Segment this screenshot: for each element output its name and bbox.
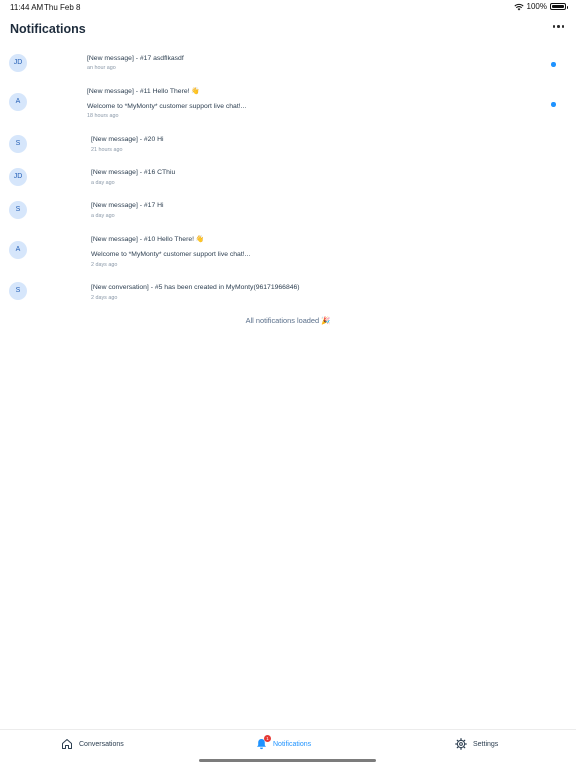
ellipsis-icon-dot <box>557 25 560 28</box>
avatar: S <box>9 135 27 153</box>
notification-preview: Welcome to *MyMonty* customer support li… <box>91 251 251 258</box>
status-right: 100% <box>513 2 568 11</box>
bell-icon-wrap: 1 <box>256 735 271 750</box>
notification-title: [New conversation] - #5 has been created… <box>91 284 300 291</box>
notification-time: a day ago <box>91 180 115 186</box>
avatar: S <box>9 201 27 219</box>
notification-title: [New message] - #20 Hi <box>91 136 164 143</box>
avatar: JD <box>9 168 27 186</box>
notification-item[interactable]: S [New message] - #17 Hi a day ago <box>0 199 576 229</box>
ellipsis-icon-dot <box>552 25 555 28</box>
notification-time: a day ago <box>91 213 115 219</box>
notification-item[interactable]: JD [New message] - #17 asdflkasdf an hou… <box>0 50 576 82</box>
home-icon <box>62 739 72 749</box>
wifi-icon <box>513 3 524 10</box>
gear-icon <box>455 738 467 750</box>
avatar: A <box>9 241 27 259</box>
notification-title: [New message] - #17 Hi <box>91 202 164 209</box>
battery-fill <box>552 5 564 8</box>
notification-item[interactable]: JD [New message] - #16 CThiu a day ago <box>0 166 576 196</box>
status-bar: 11:44 AM Thu Feb 8 100% <box>0 0 576 14</box>
notification-time: an hour ago <box>87 65 116 71</box>
status-date: Thu Feb 8 <box>44 3 81 12</box>
notification-item[interactable]: A [New message] - #11 Hello There! 👋 Wel… <box>0 83 576 123</box>
notification-time: 2 days ago <box>91 295 118 301</box>
unread-dot <box>551 102 556 107</box>
tab-bar: Conversations 1 Notifications Settings <box>0 729 576 769</box>
page-title: Notifications <box>10 22 86 36</box>
notification-title: [New message] - #16 CThiu <box>91 169 176 176</box>
notification-title: [New message] - #10 Hello There! 👋 <box>91 236 205 243</box>
notification-title: [New message] - #17 asdflkasdf <box>87 55 184 62</box>
all-loaded-message: All notifications loaded 🎉 <box>245 316 331 325</box>
notification-preview: Welcome to *MyMonty* customer support li… <box>87 103 247 110</box>
avatar: A <box>9 93 27 111</box>
tab-notifications-label: Notifications <box>273 740 312 748</box>
notification-item[interactable]: S [New conversation] - #5 has been creat… <box>0 281 576 311</box>
tab-conversations-label: Conversations <box>79 740 124 748</box>
battery-percent: 100% <box>526 2 547 11</box>
ellipsis-icon-dot <box>561 25 564 28</box>
avatar: JD <box>9 54 27 72</box>
battery-icon <box>550 3 568 10</box>
notification-item[interactable]: A [New message] - #10 Hello There! 👋 Wel… <box>0 232 576 272</box>
notification-time: 2 days ago <box>91 262 118 268</box>
tab-settings[interactable]: Settings <box>455 738 498 750</box>
notification-title: [New message] - #11 Hello There! 👋 <box>87 88 200 95</box>
notification-time: 18 hours ago <box>87 113 119 119</box>
tab-notifications[interactable]: 1 Notifications <box>256 735 312 750</box>
notification-badge: 1 <box>264 735 271 742</box>
unread-dot <box>551 62 556 67</box>
tab-settings-label: Settings <box>473 740 499 748</box>
avatar: S <box>9 282 27 300</box>
header: Notifications <box>10 22 566 42</box>
notification-time: 21 hours ago <box>91 147 123 153</box>
home-indicator <box>199 759 376 762</box>
status-time: 11:44 AM <box>10 3 44 12</box>
notification-item[interactable]: S [New message] - #20 Hi 21 hours ago <box>0 133 576 163</box>
more-options-button[interactable] <box>552 25 564 28</box>
tab-conversations[interactable]: Conversations <box>61 738 124 750</box>
